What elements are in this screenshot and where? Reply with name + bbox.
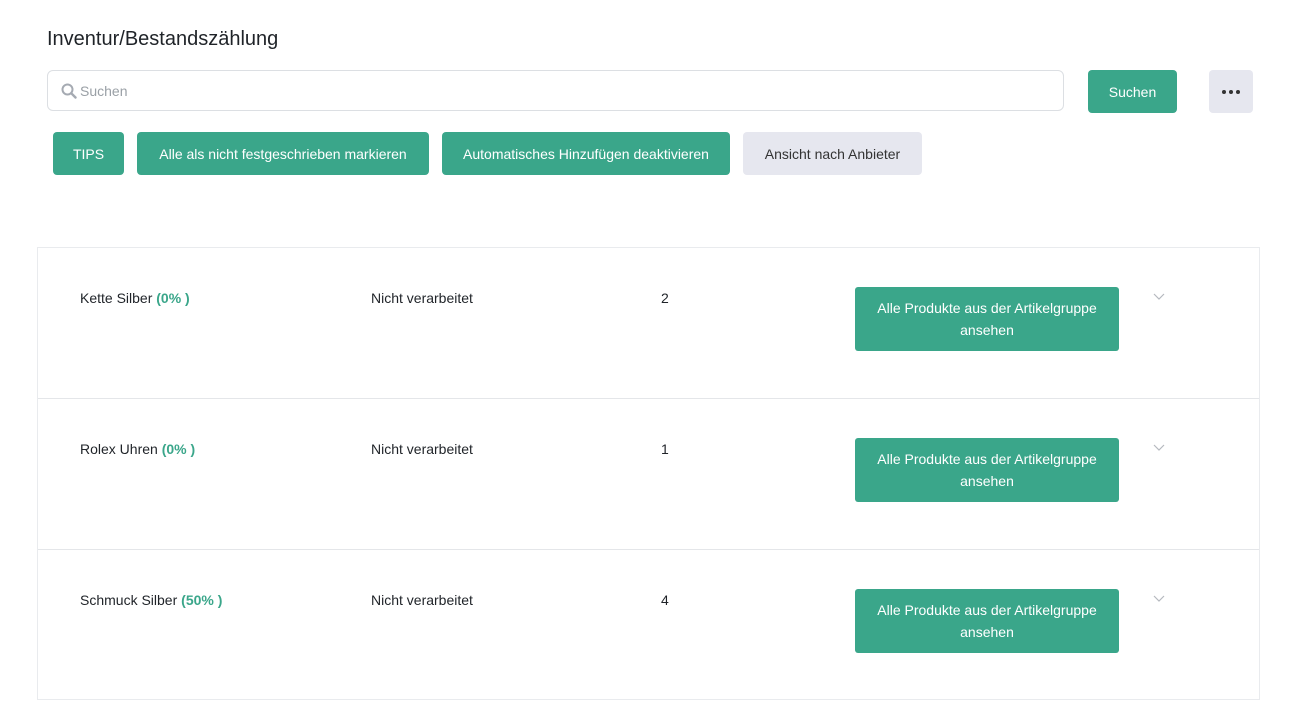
chevron-down-icon[interactable]: [1152, 442, 1166, 452]
group-progress-percent: (0% ): [161, 441, 196, 457]
chevron-down-icon[interactable]: [1152, 291, 1166, 301]
group-name: Schmuck Silber (50% ): [80, 592, 222, 608]
group-name-label: Rolex Uhren: [80, 441, 158, 457]
list-item: Rolex Uhren (0% ) Nicht verarbeitet 1 Al…: [38, 398, 1259, 549]
view-group-products-button[interactable]: Alle Produkte aus der Artikelgruppe anse…: [855, 287, 1119, 351]
chevron-down-icon[interactable]: [1152, 593, 1166, 603]
tips-button[interactable]: TIPS: [53, 132, 124, 175]
group-name: Rolex Uhren (0% ): [80, 441, 195, 457]
search-input[interactable]: [80, 71, 1063, 110]
search-button[interactable]: Suchen: [1088, 70, 1177, 113]
group-status: Nicht verarbeitet: [371, 441, 473, 457]
list-item: Kette Silber (0% ) Nicht verarbeitet 2 A…: [38, 248, 1259, 399]
view-group-products-button[interactable]: Alle Produkte aus der Artikelgruppe anse…: [855, 589, 1119, 653]
group-count: 4: [661, 592, 669, 608]
disable-auto-add-button[interactable]: Automatisches Hinzufügen deaktivieren: [442, 132, 730, 175]
group-count: 1: [661, 441, 669, 457]
search-box: [47, 70, 1064, 111]
group-name-label: Schmuck Silber: [80, 592, 178, 608]
group-status: Nicht verarbeitet: [371, 290, 473, 306]
page-title: Inventur/Bestandszählung: [47, 28, 279, 50]
group-name: Kette Silber (0% ): [80, 290, 190, 306]
mark-all-uncommitted-button[interactable]: Alle als nicht festgeschrieben markieren: [137, 132, 429, 175]
group-status: Nicht verarbeitet: [371, 592, 473, 608]
view-group-products-button[interactable]: Alle Produkte aus der Artikelgruppe anse…: [855, 438, 1119, 502]
list-item: Schmuck Silber (50% ) Nicht verarbeitet …: [38, 549, 1259, 700]
more-horizontal-icon: [1222, 89, 1240, 94]
group-progress-percent: (0% ): [156, 290, 190, 306]
group-name-label: Kette Silber: [80, 290, 153, 306]
group-progress-percent: (50% ): [181, 592, 223, 608]
group-count: 2: [661, 290, 669, 306]
article-group-list: Kette Silber (0% ) Nicht verarbeitet 2 A…: [37, 247, 1260, 700]
more-options-button[interactable]: [1209, 70, 1253, 113]
view-by-vendor-button[interactable]: Ansicht nach Anbieter: [743, 132, 922, 175]
search-icon: [60, 82, 78, 100]
